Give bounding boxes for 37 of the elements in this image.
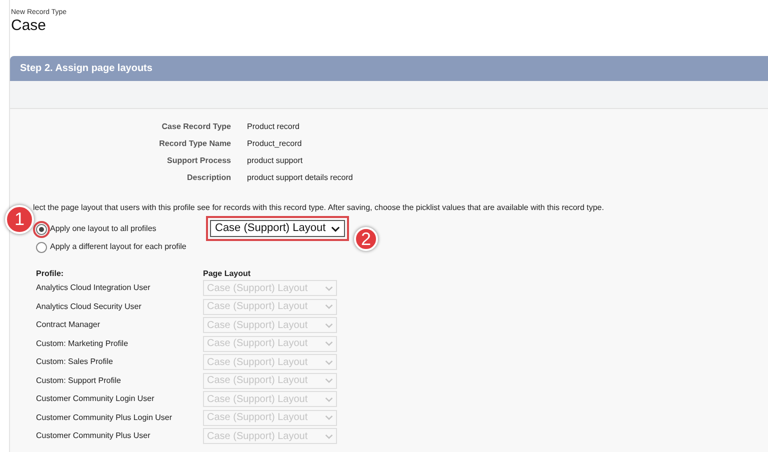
- profile-name: Custom: Support Profile: [36, 374, 122, 387]
- instruction-text: lect the page layout that users with this profile see for records with this record type. After saving, choose the picklist values that are available with this record type.: [33, 202, 605, 214]
- column-header: Page Layout: [203, 268, 251, 279]
- profile-name: Customer Community Plus User: [36, 430, 152, 442]
- section-header: Step 2. Assign page layouts: [10, 56, 768, 81]
- chevron-down-icon: [325, 322, 333, 328]
- chevron-down-icon: [325, 360, 333, 365]
- page-title: Case: [11, 17, 48, 34]
- radio-button[interactable]: [36, 224, 47, 234]
- field-value: product support details record: [247, 172, 353, 184]
- field-label: Support Process: [166, 155, 231, 167]
- profile-name: Analytics Cloud Integration User: [36, 282, 152, 294]
- profile-name: Custom: Sales Profile: [36, 356, 114, 368]
- chevron-down-icon: [325, 378, 333, 384]
- chevron-down-icon: [331, 226, 340, 232]
- field-label: Record Type Name: [158, 138, 231, 150]
- chevron-down-icon: [325, 396, 333, 402]
- chevron-down-icon: [325, 434, 333, 439]
- chevron-down-icon: [325, 341, 333, 346]
- layout-select[interactable]: Case (Support) Layout: [210, 220, 345, 237]
- profile-name: Analytics Cloud Security User: [36, 300, 142, 313]
- chevron-down-icon: [325, 415, 333, 420]
- field-label: Case Record Type: [160, 121, 231, 133]
- radio-button[interactable]: [36, 242, 47, 252]
- field-label: Description: [186, 172, 231, 184]
- field-value: Product record: [247, 121, 300, 133]
- profile-name: Customer Community Login User: [36, 393, 156, 406]
- profile-name: Customer Community Plus Login User: [36, 412, 174, 424]
- profile-name: Custom: Marketing Profile: [36, 338, 130, 350]
- chevron-down-icon: [325, 304, 333, 310]
- profile-name: Contract Manager: [36, 319, 102, 332]
- radio-label: Apply one layout to all profiles: [50, 223, 156, 235]
- chevron-down-icon: [325, 286, 333, 291]
- field-value: Product_record: [247, 138, 302, 150]
- radio-label: Apply a different layout for each profile: [50, 241, 186, 253]
- field-value: product support: [247, 155, 303, 167]
- column-header: Profile:: [36, 268, 65, 279]
